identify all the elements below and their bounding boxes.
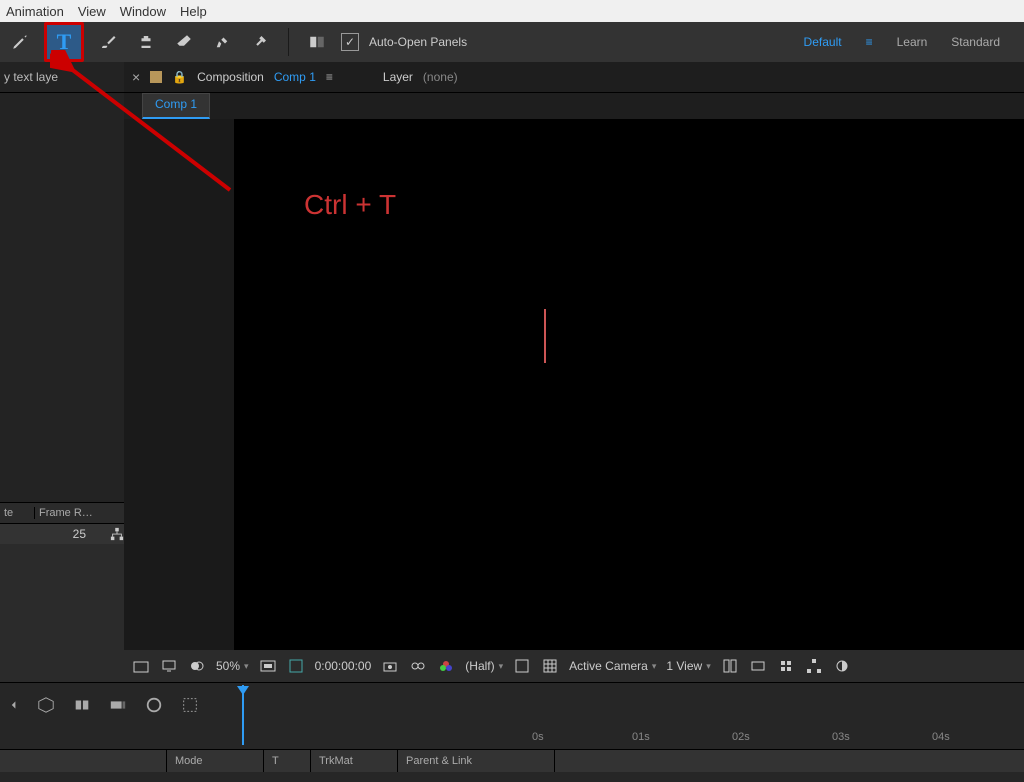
timecode-display[interactable]: 0:00:00:00 [315, 659, 372, 673]
col-header-te[interactable]: te [0, 507, 34, 519]
menu-animation[interactable]: Animation [6, 4, 64, 19]
col-t[interactable]: T [264, 750, 311, 772]
left-panel: y text laye te Frame R… 25 [0, 62, 124, 682]
pen-tool-icon[interactable] [6, 28, 34, 56]
brush-tool-icon[interactable] [94, 28, 122, 56]
view-layout-icon[interactable] [721, 657, 739, 675]
comp-name[interactable]: Comp 1 [274, 70, 316, 84]
composition-panel: × 🔒 Composition Comp 1 ≡ Layer (none) Co… [124, 62, 1024, 682]
menu-window[interactable]: Window [120, 4, 166, 19]
grid-overlay-icon[interactable] [541, 657, 559, 675]
app-menu-bar: Animation View Window Help [0, 0, 1024, 22]
timeline-tick: 01s [632, 731, 650, 743]
motion-blur-icon[interactable] [108, 695, 128, 715]
graph-editor-icon[interactable] [144, 695, 164, 715]
frame-blend-icon[interactable] [72, 695, 92, 715]
workspace-learn[interactable]: Learn [897, 35, 928, 49]
transparency-grid-icon[interactable] [287, 657, 305, 675]
monitor-icon[interactable] [160, 657, 178, 675]
3d-layer-icon[interactable] [36, 695, 56, 715]
menu-view[interactable]: View [78, 4, 106, 19]
views-select[interactable]: 1 View▾ [666, 659, 710, 673]
quality-select[interactable]: (Half)▾ [465, 659, 503, 673]
project-row-fps: 25 [73, 527, 106, 541]
timeline-tick: 02s [732, 731, 750, 743]
playhead-line[interactable] [242, 685, 244, 745]
type-tool-button[interactable]: T [44, 22, 84, 62]
snapshot-icon[interactable] [381, 657, 399, 675]
comp-subtab[interactable]: Comp 1 [142, 93, 210, 119]
timeline-tick: 04s [932, 731, 950, 743]
menu-help[interactable]: Help [180, 4, 207, 19]
composition-canvas[interactable]: Ctrl + T [234, 119, 1024, 650]
toolbar: T ✓ Auto-Open Panels Default ≡ Learn Sta… [0, 22, 1024, 62]
panel-menu-icon[interactable]: ≡ [326, 70, 333, 84]
timeline-panel: 0s 01s 02s 03s 04s Mode T TrkMat Parent & Li… [0, 682, 1024, 782]
camera-select[interactable]: Active Camera▾ [569, 659, 656, 673]
region-icon[interactable] [513, 657, 531, 675]
flowchart-footer-icon[interactable] [805, 657, 823, 675]
roto-brush-tool-icon[interactable] [208, 28, 236, 56]
timeline-ticks[interactable]: 0s 01s 02s 03s 04s [524, 727, 1024, 749]
comp-footer: 50%▾ 0:00:00:00 (Half)▾ Active Camera▾ 1… [124, 650, 1024, 682]
shy-icon[interactable] [0, 695, 20, 715]
project-row[interactable]: 25 [0, 524, 124, 544]
flowchart-icon[interactable] [110, 527, 124, 541]
show-snapshot-icon[interactable] [409, 657, 427, 675]
pixel-aspect-icon[interactable] [749, 657, 767, 675]
col-mode[interactable]: Mode [167, 750, 264, 772]
comp-label: Composition [197, 70, 264, 84]
left-panel-tab[interactable]: y text laye [0, 62, 124, 93]
draft-3d-icon[interactable] [180, 695, 200, 715]
col-header-frame-rate[interactable]: Frame R… [34, 507, 124, 519]
grid-icon[interactable] [132, 657, 150, 675]
exposure-icon[interactable] [833, 657, 851, 675]
project-columns-header: te Frame R… [0, 502, 124, 524]
workspace-default[interactable]: Default [804, 35, 842, 49]
left-panel-tab-label: y text laye [0, 70, 58, 84]
layer-label: Layer [383, 70, 413, 84]
comp-color-swatch [150, 71, 162, 83]
lock-icon[interactable]: 🔒 [172, 70, 187, 84]
panel-arrange-icon[interactable] [303, 28, 331, 56]
annotation-shortcut-text: Ctrl + T [304, 189, 396, 221]
workspace-standard[interactable]: Standard [951, 35, 1000, 49]
close-panel-icon[interactable]: × [132, 69, 140, 85]
auto-open-panels-checkbox[interactable]: ✓ [341, 33, 359, 51]
auto-open-panels-label: Auto-Open Panels [369, 35, 467, 49]
zoom-select[interactable]: 50%▾ [216, 659, 249, 673]
layer-none: (none) [423, 70, 458, 84]
clone-stamp-tool-icon[interactable] [132, 28, 160, 56]
col-trkmat[interactable]: TrkMat [311, 750, 398, 772]
comp-panel-tabs: × 🔒 Composition Comp 1 ≡ Layer (none) [124, 62, 1024, 93]
timeline-toolbar [0, 683, 1024, 727]
eraser-tool-icon[interactable] [170, 28, 198, 56]
puppet-pin-tool-icon[interactable] [246, 28, 274, 56]
fast-preview-icon[interactable] [777, 657, 795, 675]
channel-icon[interactable] [437, 657, 455, 675]
resolution-full-icon[interactable] [259, 657, 277, 675]
timeline-tick: 0s [532, 731, 544, 743]
workspace-menu-icon[interactable]: ≡ [866, 35, 873, 49]
col-parent-link[interactable]: Parent & Link [398, 750, 555, 772]
mask-toggle-icon[interactable] [188, 657, 206, 675]
workspace-switcher: Default ≡ Learn Standard [804, 35, 1018, 49]
timeline-columns: Mode T TrkMat Parent & Link [0, 749, 1024, 772]
timeline-ruler[interactable] [228, 685, 994, 725]
timeline-tick: 03s [832, 731, 850, 743]
text-cursor [544, 309, 546, 363]
